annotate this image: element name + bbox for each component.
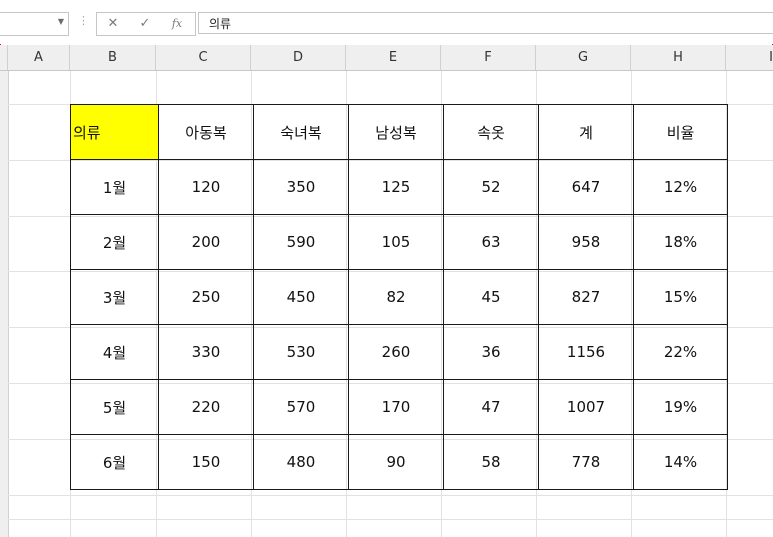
header-cell[interactable]: 비율 [633, 104, 728, 160]
table-cell[interactable]: 52 [443, 159, 539, 215]
table-cell[interactable]: 1월 [70, 159, 159, 215]
header-cell[interactable]: 남성복 [348, 104, 444, 160]
table-cell[interactable]: 450 [253, 269, 349, 325]
table-cell[interactable]: 1156 [538, 324, 634, 380]
table-cell[interactable]: 36 [443, 324, 539, 380]
header-cell-category[interactable]: 의류 [70, 104, 159, 160]
cancel-icon[interactable]: ✕ [103, 15, 123, 33]
column-header-g[interactable]: G [536, 45, 631, 70]
table-cell[interactable]: 58 [443, 434, 539, 490]
table-cell[interactable]: 170 [348, 379, 444, 435]
formula-bar: ▼ ⋮ ✕ ✓ fx 의류 [0, 0, 773, 44]
enter-icon[interactable]: ✓ [135, 15, 155, 33]
formula-buttons: ✕ ✓ fx [96, 12, 196, 36]
table-row: 6월 150 480 90 58 778 14% [70, 434, 728, 490]
table-cell[interactable]: 18% [633, 214, 728, 270]
column-header-i[interactable]: I [726, 45, 773, 70]
table-cell[interactable]: 647 [538, 159, 634, 215]
table-cell[interactable]: 120 [158, 159, 254, 215]
table-cell[interactable]: 330 [158, 324, 254, 380]
table-cell[interactable]: 14% [633, 434, 728, 490]
table-cell[interactable]: 590 [253, 214, 349, 270]
table-cell[interactable]: 200 [158, 214, 254, 270]
table-cell[interactable]: 827 [538, 269, 634, 325]
table-header-row: 의류 아동복 숙녀복 남성복 속옷 계 비율 [70, 104, 728, 160]
header-cell[interactable]: 아동복 [158, 104, 254, 160]
table-cell[interactable]: 45 [443, 269, 539, 325]
table-cell[interactable]: 570 [253, 379, 349, 435]
name-box[interactable]: ▼ [0, 12, 69, 36]
column-header-h[interactable]: H [631, 45, 726, 70]
table-cell[interactable]: 958 [538, 214, 634, 270]
table-cell[interactable]: 480 [253, 434, 349, 490]
table-cell[interactable]: 250 [158, 269, 254, 325]
table-cell[interactable]: 63 [443, 214, 539, 270]
column-header-c[interactable]: C [156, 45, 251, 70]
table-cell[interactable]: 5월 [70, 379, 159, 435]
formula-input[interactable]: 의류 [198, 12, 773, 34]
table-cell[interactable]: 105 [348, 214, 444, 270]
table-cell[interactable]: 19% [633, 379, 728, 435]
table-cell[interactable]: 22% [633, 324, 728, 380]
table-row: 1월 120 350 125 52 647 12% [70, 159, 728, 215]
table-cell[interactable]: 6월 [70, 434, 159, 490]
header-cell[interactable]: 속옷 [443, 104, 539, 160]
select-all-corner[interactable] [0, 45, 8, 70]
table-row: 5월 220 570 170 47 1007 19% [70, 379, 728, 435]
table-cell[interactable]: 3월 [70, 269, 159, 325]
table-row: 2월 200 590 105 63 958 18% [70, 214, 728, 270]
table-cell[interactable]: 778 [538, 434, 634, 490]
table-cell[interactable]: 47 [443, 379, 539, 435]
column-header-e[interactable]: E [346, 45, 441, 70]
table-cell[interactable]: 350 [253, 159, 349, 215]
header-cell[interactable]: 숙녀복 [253, 104, 349, 160]
table-cell[interactable]: 12% [633, 159, 728, 215]
insert-function-icon[interactable]: fx [167, 15, 187, 33]
table-cell[interactable]: 90 [348, 434, 444, 490]
table-cell[interactable]: 15% [633, 269, 728, 325]
column-header-b[interactable]: B [70, 45, 156, 70]
data-table: 의류 아동복 숙녀복 남성복 속옷 계 비율 1월 120 350 125 52… [70, 104, 728, 490]
table-cell[interactable]: 220 [158, 379, 254, 435]
table-row: 3월 250 450 82 45 827 15% [70, 269, 728, 325]
table-cell[interactable]: 4월 [70, 324, 159, 380]
chevron-down-icon[interactable]: ▼ [58, 17, 64, 26]
table-cell[interactable]: 1007 [538, 379, 634, 435]
table-cell[interactable]: 82 [348, 269, 444, 325]
table-cell[interactable]: 260 [348, 324, 444, 380]
column-headers: A B C D E F G H I [0, 45, 773, 71]
row-headers[interactable] [0, 71, 9, 537]
table-cell[interactable]: 125 [348, 159, 444, 215]
column-header-d[interactable]: D [251, 45, 346, 70]
table-cell[interactable]: 530 [253, 324, 349, 380]
header-cell[interactable]: 계 [538, 104, 634, 160]
table-row: 4월 330 530 260 36 1156 22% [70, 324, 728, 380]
column-header-a[interactable]: A [8, 45, 70, 70]
column-header-f[interactable]: F [441, 45, 536, 70]
table-cell[interactable]: 2월 [70, 214, 159, 270]
grip-icon[interactable]: ⋮ [78, 14, 89, 27]
table-cell[interactable]: 150 [158, 434, 254, 490]
